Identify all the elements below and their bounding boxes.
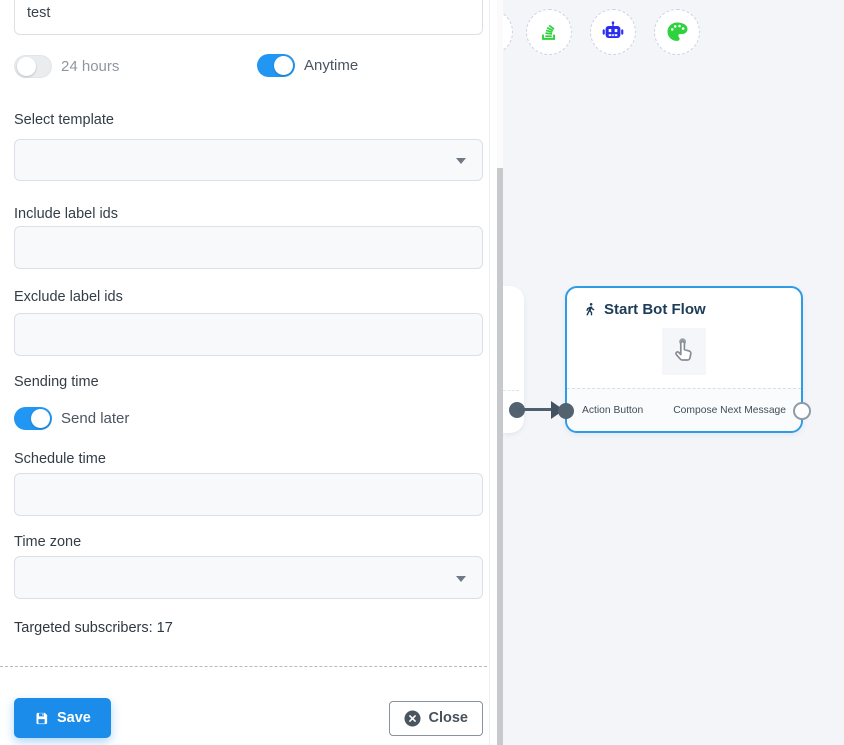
stack-icon [538,21,560,43]
hand-pointer-icon [670,335,698,368]
campaign-name-input[interactable] [14,0,483,35]
connector-line [517,408,553,411]
messaging-window-row: 24 hours Anytime [14,53,482,79]
toolbar-circle-palette[interactable] [654,9,700,55]
save-button[interactable]: Save [14,698,111,738]
time-zone-label: Time zone [14,534,482,550]
node-input-port[interactable] [558,403,574,419]
chevron-down-icon [456,158,466,164]
include-label-ids-label: Include label ids [14,206,482,222]
toggle-anytime-group: Anytime [257,54,358,77]
include-label-ids-input[interactable] [14,226,483,269]
toggle-anytime-label: Anytime [304,57,358,74]
toggle-send-later-group: Send later [14,407,129,430]
exclude-label-ids-input[interactable] [14,313,483,356]
footer-divider [0,666,490,667]
node-title: Start Bot Flow [604,301,706,318]
targeted-subscribers-count: 17 [157,620,173,636]
send-later-row: Send later [14,405,482,431]
walking-person-icon [583,301,598,318]
close-button[interactable]: Close [389,701,484,736]
settings-panel: 24 hours Anytime Select template Include… [0,0,503,745]
palette-icon [665,20,689,44]
toolbar-circle-stack[interactable] [526,9,572,55]
toggle-24h-group: 24 hours [14,55,119,78]
targeted-subscribers-text: Targeted subscribers: 17 [14,620,482,636]
toggle-24-hours[interactable] [14,55,52,78]
template-select[interactable] [14,139,483,181]
robot-icon [601,20,625,44]
save-icon [34,711,49,726]
flow-canvas[interactable]: Start Bot Flow Action Button Compose Nex… [503,0,844,745]
node-footer: Action Button Compose Next Message [567,388,801,431]
start-bot-flow-node[interactable]: Start Bot Flow Action Button Compose Nex… [565,286,803,433]
close-icon [404,710,421,727]
time-zone-select[interactable] [14,556,483,599]
targeted-subscribers-label: Targeted subscribers: [14,620,153,636]
settings-form: 24 hours Anytime Select template Include… [0,0,490,745]
action-button-label: Action Button [582,405,643,416]
sending-time-label: Sending time [14,374,482,390]
toggle-knob [274,56,293,75]
hidden-node-divider [503,390,519,391]
schedule-time-input[interactable] [14,473,483,516]
send-later-label: Send later [61,410,129,427]
node-output-port[interactable] [793,402,811,420]
close-button-label: Close [429,710,469,726]
schedule-time-label: Schedule time [14,451,482,467]
chevron-down-icon [456,576,466,582]
save-button-label: Save [57,710,91,726]
toggle-anytime[interactable] [257,54,295,77]
toggle-24h-label: 24 hours [61,58,119,75]
toolbar-circle-partial[interactable] [503,9,513,55]
toggle-knob [17,57,36,76]
toolbar-circle-bot[interactable] [590,9,636,55]
node-header: Start Bot Flow [567,288,801,318]
node-body [662,328,706,375]
select-template-label: Select template [14,112,482,128]
toggle-send-later[interactable] [14,407,52,430]
exclude-label-ids-label: Exclude label ids [14,289,482,305]
compose-next-message-label: Compose Next Message [673,405,786,416]
toggle-knob [31,409,50,428]
form-actions: Save Close [14,698,483,738]
